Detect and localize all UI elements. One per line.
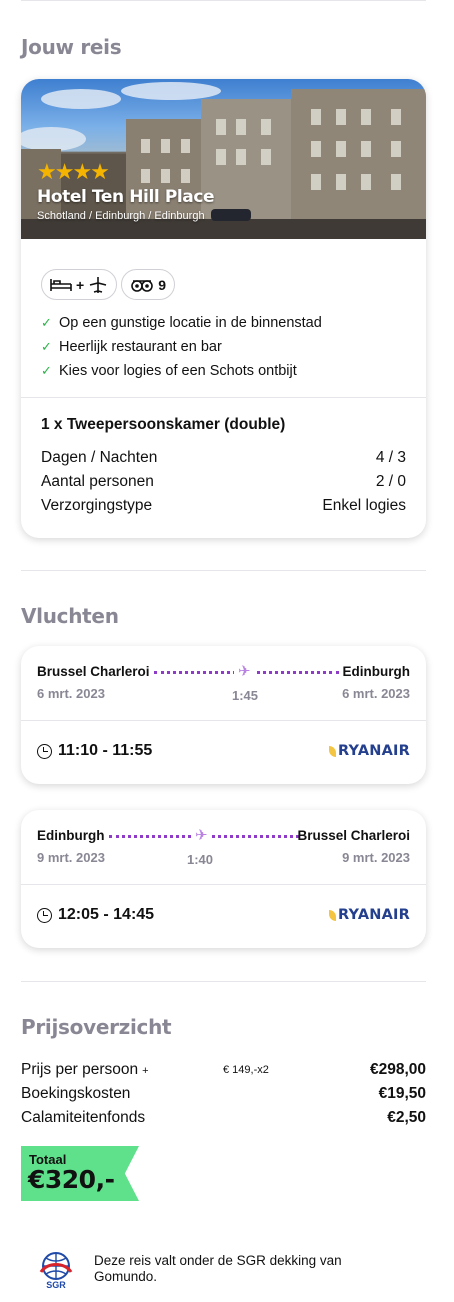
section-divider xyxy=(21,570,426,571)
hotel-features: ✓ Op een gunstige locatie in de binnensta… xyxy=(41,311,322,383)
hotel-rating-stars: ★★★★ xyxy=(37,159,110,184)
sgr-notice: Deze reis valt onder de SGR dekking van … xyxy=(94,1253,342,1284)
check-icon: ✓ xyxy=(41,315,52,330)
hotel-card[interactable]: ★★★★ Hotel Ten Hill Place Schotland / Ed… xyxy=(21,79,426,538)
total-value: €320,- xyxy=(28,1165,115,1194)
price-value: €19,50 xyxy=(378,1085,426,1102)
flight-destination: Edinburgh xyxy=(342,664,411,679)
flight-date-arrival: 9 mrt. 2023 xyxy=(342,850,410,865)
hotel-image: ★★★★ Hotel Ten Hill Place Schotland / Ed… xyxy=(21,79,426,239)
card-divider xyxy=(21,884,426,885)
flight-date-departure: 9 mrt. 2023 xyxy=(37,850,105,865)
airplane-icon xyxy=(89,276,107,293)
flight-card-return[interactable]: Edinburgh ✈ Brussel Charleroi 9 mrt. 202… xyxy=(21,810,426,948)
flight-duration: 1:40 xyxy=(187,852,214,867)
flight-date-departure: 6 mrt. 2023 xyxy=(37,686,105,701)
hotel-badges: + 9 xyxy=(41,269,175,300)
bed-icon xyxy=(50,278,72,291)
tripadvisor-icon xyxy=(131,279,153,292)
clock-icon xyxy=(37,743,52,759)
flight-origin: Edinburgh xyxy=(37,828,105,843)
list-item: ✓ Heerlijk restaurant en bar xyxy=(41,339,222,355)
price-plus: + xyxy=(142,1065,149,1077)
clock-icon xyxy=(37,907,52,923)
detail-row-days: Dagen / Nachten 4 / 3 xyxy=(41,449,406,466)
flight-origin: Brussel Charleroi xyxy=(37,664,150,679)
room-title: 1 x Tweepersoonskamer (double) xyxy=(41,416,286,433)
check-icon: ✓ xyxy=(41,363,52,378)
check-icon: ✓ xyxy=(41,339,52,354)
flight-card-outbound[interactable]: Brussel Charleroi ✈ Edinburgh 6 mrt. 202… xyxy=(21,646,426,784)
package-badge: + xyxy=(41,269,118,300)
package-plus: + xyxy=(76,276,85,293)
price-value: €298,00 xyxy=(369,1061,426,1078)
tripadvisor-badge: 9 xyxy=(121,269,175,300)
top-divider xyxy=(21,0,426,1)
flight-time: 12:05 - 14:45 xyxy=(37,906,154,924)
flight-destination: Brussel Charleroi xyxy=(297,828,410,843)
airline-logo: RYANAIR xyxy=(328,907,410,923)
flight-date-arrival: 6 mrt. 2023 xyxy=(342,686,410,701)
airline-logo: RYANAIR xyxy=(328,743,410,759)
price-per-person-calc: € 149,-x2 xyxy=(223,1064,269,1076)
section-divider xyxy=(21,981,426,982)
card-divider xyxy=(21,720,426,721)
detail-row-persons: Aantal personen 2 / 0 xyxy=(41,473,406,490)
hotel-location: Schotland / Edinburgh / Edinburgh xyxy=(37,210,205,222)
card-divider xyxy=(21,397,426,398)
flight-duration: 1:45 xyxy=(232,688,259,703)
sgr-logo: SGR xyxy=(37,1250,75,1290)
hotel-name: Hotel Ten Hill Place xyxy=(37,187,215,207)
price-value: €2,50 xyxy=(387,1109,426,1126)
ryanair-harp-icon xyxy=(328,745,336,757)
flight-time: 11:10 - 11:55 xyxy=(37,742,152,760)
sgr-logo-text: SGR xyxy=(46,1280,66,1290)
list-item: ✓ Kies voor logies of een Schots ontbijt xyxy=(41,363,297,379)
list-item: ✓ Op een gunstige locatie in de binnensta… xyxy=(41,315,322,331)
prices-section-title: Prijsoverzicht xyxy=(21,1015,172,1039)
detail-row-board: Verzorgingstype Enkel logies xyxy=(41,497,406,514)
tripadvisor-rating: 9 xyxy=(158,276,166,293)
ryanair-harp-icon xyxy=(328,909,336,921)
flights-section-title: Vluchten xyxy=(21,604,119,628)
plane-icon: ✈ xyxy=(191,826,212,844)
plane-icon: ✈ xyxy=(234,662,255,680)
total-price-badge: Totaal €320,- xyxy=(21,1146,139,1201)
trip-section-title: Jouw reis xyxy=(21,35,122,59)
